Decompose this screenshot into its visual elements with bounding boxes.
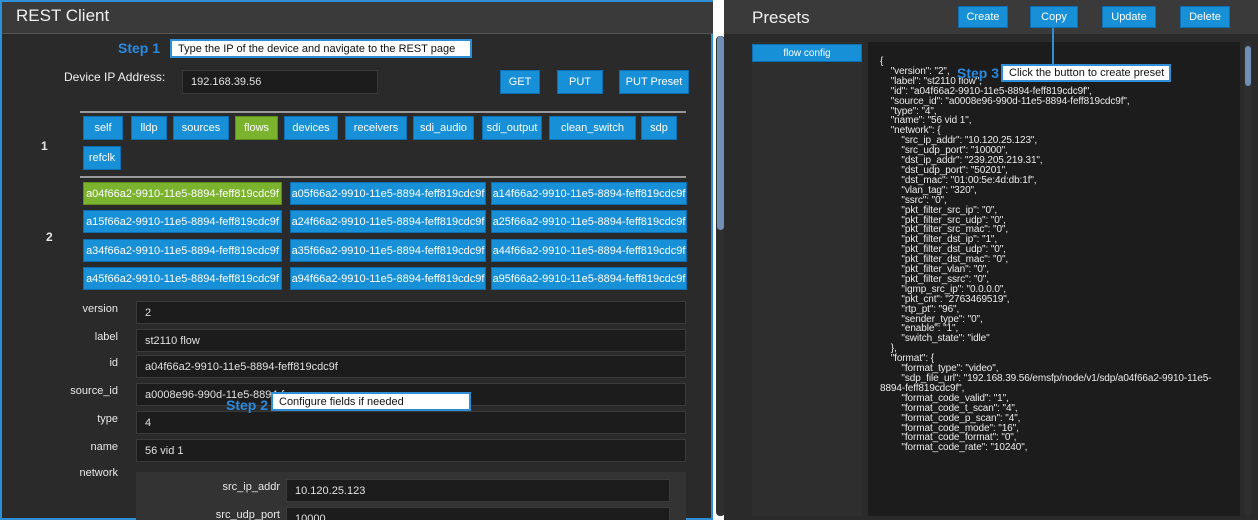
field-input-type[interactable]: 4: [136, 411, 686, 434]
preset-item-flow-config[interactable]: flow config: [752, 44, 862, 62]
field-label-label: label: [94, 331, 118, 343]
step3-pointer: [1052, 28, 1054, 68]
put-preset-button[interactable]: PUT Preset: [619, 70, 689, 94]
preset-json-text: { "version": "2", "label": "st2110 flow"…: [880, 57, 1235, 453]
endpoint-button-lldp[interactable]: lldp: [131, 116, 167, 140]
row-2-number: 2: [46, 230, 53, 244]
rest-client-title: REST Client: [16, 6, 110, 25]
flow-button[interactable]: a04f66a2-9910-11e5-8894-feff819cdc9f: [83, 182, 282, 205]
network-field-input-src_udp_port[interactable]: 10000: [286, 507, 670, 520]
create-preset-button[interactable]: Create: [958, 6, 1008, 28]
delete-preset-button[interactable]: Delete: [1180, 6, 1230, 28]
json-line: "pkt_filter_src_ip": "0",: [880, 204, 998, 216]
device-ip-input[interactable]: 192.168.39.56: [182, 70, 378, 94]
update-preset-button[interactable]: Update: [1102, 6, 1156, 28]
endpoint-button-receivers[interactable]: receivers: [345, 116, 407, 140]
flow-button[interactable]: a24f66a2-9910-11e5-8894-feff819cdc9f: [290, 210, 486, 233]
field-input-version[interactable]: 2: [136, 301, 686, 324]
field-input-name[interactable]: 56 vid 1: [136, 439, 686, 462]
presets-scrollbar-thumb[interactable]: [1245, 46, 1251, 86]
device-ip-label: Device IP Address:: [64, 70, 166, 84]
flow-button[interactable]: a14f66a2-9910-11e5-8894-feff819cdc9f: [491, 182, 687, 205]
endpoint-button-clean_switch[interactable]: clean_switch: [549, 116, 636, 140]
presets-scrollbar[interactable]: [1244, 42, 1252, 516]
field-label-source_id: source_id: [70, 385, 118, 397]
flow-button[interactable]: a34f66a2-9910-11e5-8894-feff819cdc9f: [83, 239, 282, 262]
endpoint-button-refclk[interactable]: refclk: [83, 146, 121, 170]
get-button[interactable]: GET: [500, 70, 540, 94]
flow-button[interactable]: a44f66a2-9910-11e5-8894-feff819cdc9f: [491, 239, 687, 262]
step2-label: Step 2: [226, 397, 269, 413]
step2-callout: Configure fields if needed: [271, 392, 471, 411]
copy-preset-button[interactable]: Copy: [1030, 6, 1078, 28]
divider: [80, 176, 686, 178]
field-label-version: version: [82, 303, 118, 315]
endpoint-button-sdp[interactable]: sdp: [641, 116, 677, 140]
json-line: "switch_state": "idle": [880, 333, 990, 345]
field-label-name: name: [90, 441, 118, 453]
preset-list: [752, 42, 862, 516]
divider: [80, 111, 686, 113]
presets-title: Presets: [752, 8, 810, 27]
field-input-id[interactable]: a04f66a2-9910-11e5-8894-feff819cdc9f: [136, 355, 686, 378]
network-field-label-src_udp_port: src_udp_port: [215, 509, 280, 520]
put-button[interactable]: PUT: [557, 70, 603, 94]
endpoint-button-sdi_output[interactable]: sdi_output: [482, 116, 542, 140]
endpoint-button-devices[interactable]: devices: [284, 116, 338, 140]
field-input-label[interactable]: st2110 flow: [136, 329, 686, 352]
endpoint-button-flows[interactable]: flows: [235, 116, 278, 140]
flow-button[interactable]: a95f66a2-9910-11e5-8894-feff819cdc9f: [491, 267, 687, 290]
flow-button[interactable]: a35f66a2-9910-11e5-8894-feff819cdc9f: [290, 239, 486, 262]
field-label-id: id: [109, 357, 118, 369]
network-label: network: [79, 467, 118, 479]
rest-scrollbar-thumb[interactable]: [717, 36, 724, 230]
flow-button[interactable]: a94f66a2-9910-11e5-8894-feff819cdc9f: [290, 267, 486, 290]
endpoint-button-sdi_audio[interactable]: sdi_audio: [413, 116, 474, 140]
endpoint-button-self[interactable]: self: [83, 116, 123, 140]
flow-button[interactable]: a25f66a2-9910-11e5-8894-feff819cdc9f: [491, 210, 687, 233]
step3-label: Step 3: [957, 65, 1000, 81]
field-label-type: type: [97, 413, 118, 425]
step3-callout: Click the button to create preset: [1001, 64, 1171, 82]
network-field-label-src_ip_addr: src_ip_addr: [222, 481, 280, 493]
endpoint-button-sources[interactable]: sources: [173, 116, 229, 140]
row-1-number: 1: [41, 139, 48, 153]
flow-button[interactable]: a05f66a2-9910-11e5-8894-feff819cdc9f: [290, 182, 486, 205]
flow-button[interactable]: a15f66a2-9910-11e5-8894-feff819cdc9f: [83, 210, 282, 233]
step1-label: Step 1: [118, 40, 161, 56]
network-field-input-src_ip_addr[interactable]: 10.120.25.123: [286, 479, 670, 502]
json-line: "format_code_rate": "10240",: [880, 442, 1028, 454]
flow-button[interactable]: a45f66a2-9910-11e5-8894-feff819cdc9f: [83, 267, 282, 290]
step1-callout: Type the IP of the device and navigate t…: [170, 39, 472, 58]
